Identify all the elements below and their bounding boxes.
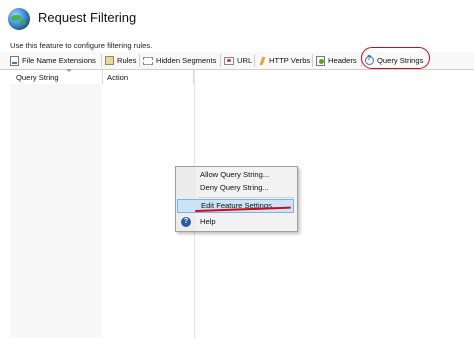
tab-url[interactable]: URL — [224, 52, 252, 69]
tab-label: Query Strings — [377, 56, 424, 65]
tab-label: File Name Extensions — [22, 56, 96, 65]
tab-label: URL — [237, 56, 253, 65]
tab-label: Headers — [328, 56, 357, 65]
tab-divider — [220, 54, 221, 67]
query-string-grid[interactable] — [10, 84, 194, 338]
feature-tab-strip: File Name Extensions Rules Hidden Segmen… — [0, 52, 474, 70]
column-header-query-string[interactable]: Query String — [16, 73, 59, 82]
menu-item-deny-query-string[interactable]: Deny Query String... — [176, 181, 297, 195]
http-verbs-icon — [258, 57, 266, 65]
column-divider[interactable] — [102, 70, 103, 84]
tab-divider — [361, 54, 362, 67]
file-extension-icon — [10, 55, 19, 66]
page-title: Request Filtering — [38, 10, 137, 25]
menu-separator — [198, 197, 294, 198]
tab-divider — [312, 54, 313, 67]
page-header: Request Filtering — [0, 0, 474, 36]
grid-header: Query String Action — [10, 69, 194, 84]
help-icon: ? — [181, 217, 191, 227]
tab-query-strings[interactable]: Query Strings — [365, 52, 423, 69]
tab-headers[interactable]: Headers — [316, 52, 357, 69]
tab-divider — [254, 54, 255, 67]
tab-file-name-extensions[interactable]: File Name Extensions — [10, 52, 96, 69]
url-icon — [224, 56, 234, 65]
context-menu: Allow Query String... Deny Query String.… — [175, 166, 298, 232]
hidden-segments-icon — [143, 56, 153, 65]
query-strings-icon — [365, 55, 374, 65]
tab-label: HTTP Verbs — [269, 56, 311, 65]
sort-caret-icon — [66, 69, 72, 72]
tab-divider — [101, 54, 102, 67]
tab-http-verbs[interactable]: HTTP Verbs — [258, 52, 310, 69]
rules-icon — [105, 56, 114, 65]
column-header-action[interactable]: Action — [107, 73, 128, 82]
page-description: Use this feature to configure filtering … — [10, 41, 153, 50]
menu-item-allow-query-string[interactable]: Allow Query String... — [176, 168, 297, 182]
query-string-column — [10, 84, 102, 338]
tab-label: Rules — [117, 56, 137, 65]
headers-icon — [316, 55, 325, 66]
menu-item-help[interactable]: ? Help — [176, 215, 297, 229]
tab-rules[interactable]: Rules — [105, 52, 136, 69]
tab-label: Hidden Segments — [156, 56, 217, 65]
globe-icon — [8, 8, 30, 30]
tab-divider — [139, 54, 140, 67]
tab-hidden-segments[interactable]: Hidden Segments — [143, 52, 216, 69]
